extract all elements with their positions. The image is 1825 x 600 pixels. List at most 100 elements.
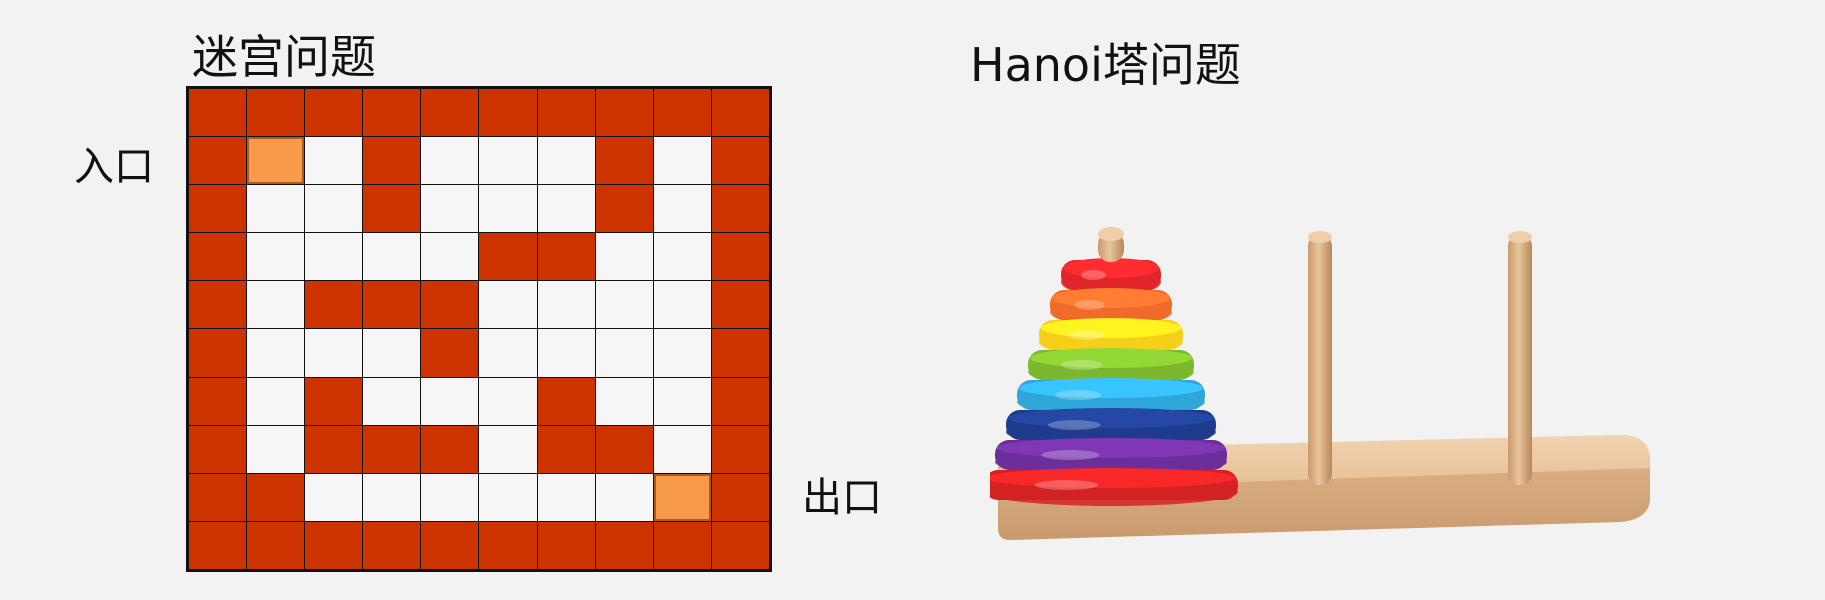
maze-wall-cell <box>189 89 247 137</box>
maze-path-cell <box>363 377 421 425</box>
maze-wall-cell <box>305 89 363 137</box>
maze-wall-cell <box>711 89 769 137</box>
maze-path-cell <box>479 329 537 377</box>
maze-entry-label: 入口 <box>74 144 154 190</box>
hanoi-disk-stack <box>990 258 1238 506</box>
maze-path-cell <box>653 281 711 329</box>
maze-wall-cell <box>537 521 595 569</box>
maze-wall-cell <box>421 521 479 569</box>
hanoi-rod-middle <box>1308 231 1332 485</box>
maze-wall-cell <box>189 185 247 233</box>
maze-path-cell <box>653 233 711 281</box>
maze-wall-cell <box>479 233 537 281</box>
maze-title: 迷宫问题 <box>192 30 376 84</box>
maze-path-cell <box>653 377 711 425</box>
maze-wall-cell <box>189 521 247 569</box>
maze-path-cell <box>537 329 595 377</box>
maze-path-cell <box>653 137 711 185</box>
maze-wall-cell <box>537 377 595 425</box>
maze-wall-cell <box>189 233 247 281</box>
maze-path-cell <box>595 281 653 329</box>
maze-wall-cell <box>711 377 769 425</box>
maze-wall-cell <box>189 329 247 377</box>
maze-path-cell <box>479 137 537 185</box>
maze-path-cell <box>537 137 595 185</box>
maze-path-cell <box>595 329 653 377</box>
maze-path-cell <box>305 329 363 377</box>
maze-grid <box>186 86 772 572</box>
maze-path-cell <box>363 233 421 281</box>
maze-path-cell <box>479 377 537 425</box>
maze-wall-cell <box>363 425 421 473</box>
maze-wall-cell <box>479 521 537 569</box>
maze-wall-cell <box>653 89 711 137</box>
hanoi-disk <box>990 468 1238 506</box>
maze-path-cell <box>421 473 479 521</box>
maze-wall-cell <box>711 473 769 521</box>
maze-wall-cell <box>363 137 421 185</box>
maze-wall-cell <box>537 89 595 137</box>
maze-path-cell <box>247 281 305 329</box>
maze-path-cell <box>479 473 537 521</box>
maze-wall-cell <box>189 137 247 185</box>
maze-path-cell <box>305 185 363 233</box>
maze-wall-cell <box>421 329 479 377</box>
maze-path-cell <box>247 329 305 377</box>
maze-path-cell <box>595 473 653 521</box>
maze-wall-cell <box>711 521 769 569</box>
maze-wall-cell <box>711 425 769 473</box>
maze-path-cell <box>479 185 537 233</box>
maze-path-cell <box>421 185 479 233</box>
maze-wall-cell <box>479 89 537 137</box>
maze-path-cell <box>247 233 305 281</box>
maze-wall-cell <box>247 89 305 137</box>
maze-wall-cell <box>421 89 479 137</box>
maze-path-cell <box>305 473 363 521</box>
maze-path-cell <box>537 281 595 329</box>
maze-wall-cell <box>653 521 711 569</box>
maze-path-cell <box>479 425 537 473</box>
maze-wall-cell <box>363 89 421 137</box>
maze-path-cell <box>421 233 479 281</box>
maze-wall-cell <box>711 185 769 233</box>
maze-wall-cell <box>305 521 363 569</box>
maze-path-cell <box>421 137 479 185</box>
maze-wall-cell <box>305 425 363 473</box>
maze-wall-cell <box>363 185 421 233</box>
maze-path-cell <box>421 377 479 425</box>
maze-wall-cell <box>421 425 479 473</box>
maze-wall-cell <box>247 473 305 521</box>
maze-wall-cell <box>711 137 769 185</box>
maze-path-cell <box>363 329 421 377</box>
hanoi-rod-left <box>1098 227 1124 262</box>
maze-path-cell <box>305 137 363 185</box>
maze-wall-cell <box>189 281 247 329</box>
maze-wall-cell <box>537 425 595 473</box>
maze-exit-cell <box>653 473 711 521</box>
maze-wall-cell <box>247 521 305 569</box>
maze-path-cell <box>595 377 653 425</box>
maze-path-cell <box>247 377 305 425</box>
maze-entrance-cell <box>247 137 305 185</box>
maze-wall-cell <box>595 521 653 569</box>
tower-of-hanoi-image <box>990 227 1650 540</box>
maze-path-cell <box>363 473 421 521</box>
maze-wall-cell <box>189 425 247 473</box>
maze-wall-cell <box>711 281 769 329</box>
maze-path-cell <box>537 473 595 521</box>
maze-wall-cell <box>305 281 363 329</box>
maze-path-cell <box>537 185 595 233</box>
maze-wall-cell <box>305 377 363 425</box>
maze-wall-cell <box>189 473 247 521</box>
maze-wall-cell <box>595 89 653 137</box>
maze-wall-cell <box>595 185 653 233</box>
maze-path-cell <box>595 233 653 281</box>
maze-wall-cell <box>189 377 247 425</box>
hanoi-title: Hanoi塔问题 <box>970 38 1241 92</box>
maze-path-cell <box>653 329 711 377</box>
maze-wall-cell <box>711 329 769 377</box>
maze-wall-cell <box>595 137 653 185</box>
maze-wall-cell <box>595 425 653 473</box>
maze-wall-cell <box>537 233 595 281</box>
maze-wall-cell <box>711 233 769 281</box>
